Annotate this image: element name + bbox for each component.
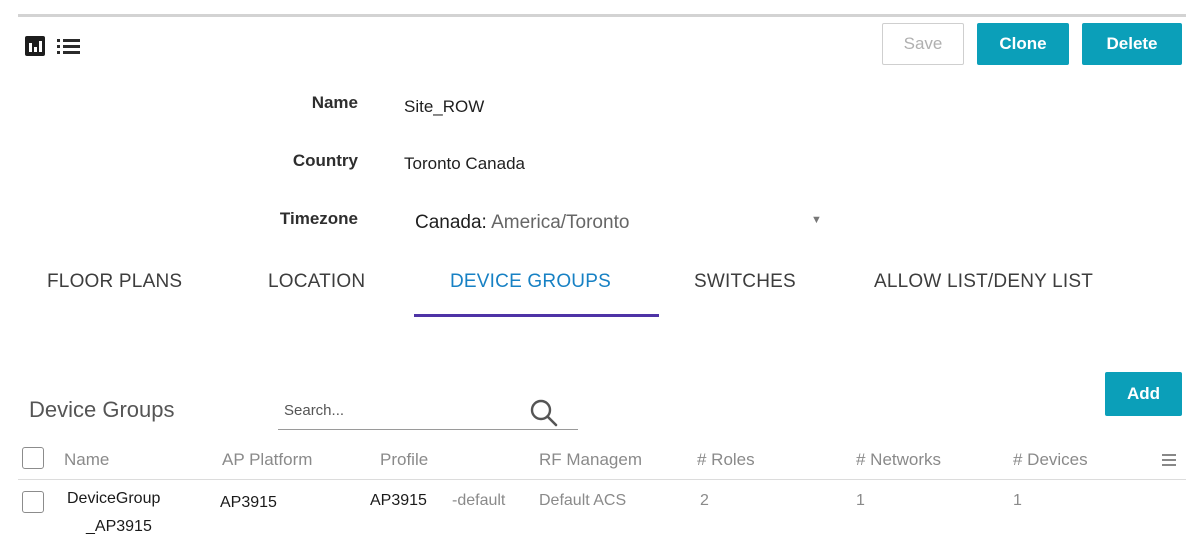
timezone-region: Canada: [415,212,487,233]
column-header-ap-platform[interactable]: AP Platform [222,450,312,470]
row-checkbox[interactable] [22,491,44,513]
column-header-networks[interactable]: # Networks [856,450,941,470]
top-border [18,14,1186,17]
row-roles: 2 [700,492,709,509]
clone-button[interactable]: Clone [977,23,1069,65]
chevron-down-icon[interactable]: ▼ [811,214,822,226]
row-networks: 1 [856,492,865,509]
row-rf-management: Default ACS [539,492,627,509]
column-menu-icon[interactable] [1162,454,1176,466]
delete-button[interactable]: Delete [1082,23,1182,65]
table-header-divider [18,479,1186,480]
bar-chart-icon[interactable] [25,36,45,56]
column-header-profile[interactable]: Profile [380,450,428,470]
add-button[interactable]: Add [1105,372,1182,416]
section-title: Device Groups [29,397,175,422]
timezone-value: America/Toronto [491,212,630,233]
country-value[interactable]: Toronto Canada [404,154,525,174]
tab-location[interactable]: LOCATION [268,271,365,293]
name-label: Name [311,93,358,112]
tab-switches[interactable]: SWITCHES [694,271,796,293]
active-tab-indicator [414,314,659,317]
search-icon[interactable] [528,397,560,429]
country-label: Country [292,151,358,170]
save-button[interactable]: Save [882,23,964,65]
tab-device-groups[interactable]: DEVICE GROUPS [450,271,611,293]
name-value[interactable]: Site_ROW [404,97,484,117]
column-header-devices[interactable]: # Devices [1013,450,1088,470]
row-name-line2[interactable]: _AP3915 [86,518,152,536]
select-all-checkbox[interactable] [22,447,44,469]
column-header-roles[interactable]: # Roles [697,450,755,470]
tab-floor-plans[interactable]: FLOOR PLANS [47,271,182,293]
row-name-line1[interactable]: DeviceGroup [67,490,160,508]
timezone-select[interactable]: Canada: America/Toronto [415,212,629,234]
view-toggle-group [25,36,81,56]
row-profile: AP3915 [370,492,427,509]
row-profile-suffix: -default [452,492,506,509]
tab-allow-deny-list[interactable]: ALLOW LIST/DENY LIST [874,271,1093,293]
timezone-label: Timezone [279,209,358,228]
column-header-name[interactable]: Name [64,450,109,470]
list-icon[interactable] [57,37,81,55]
row-devices: 1 [1013,492,1022,509]
column-header-rf-management[interactable]: RF Managem [539,450,642,470]
row-ap-platform: AP3915 [220,494,277,511]
